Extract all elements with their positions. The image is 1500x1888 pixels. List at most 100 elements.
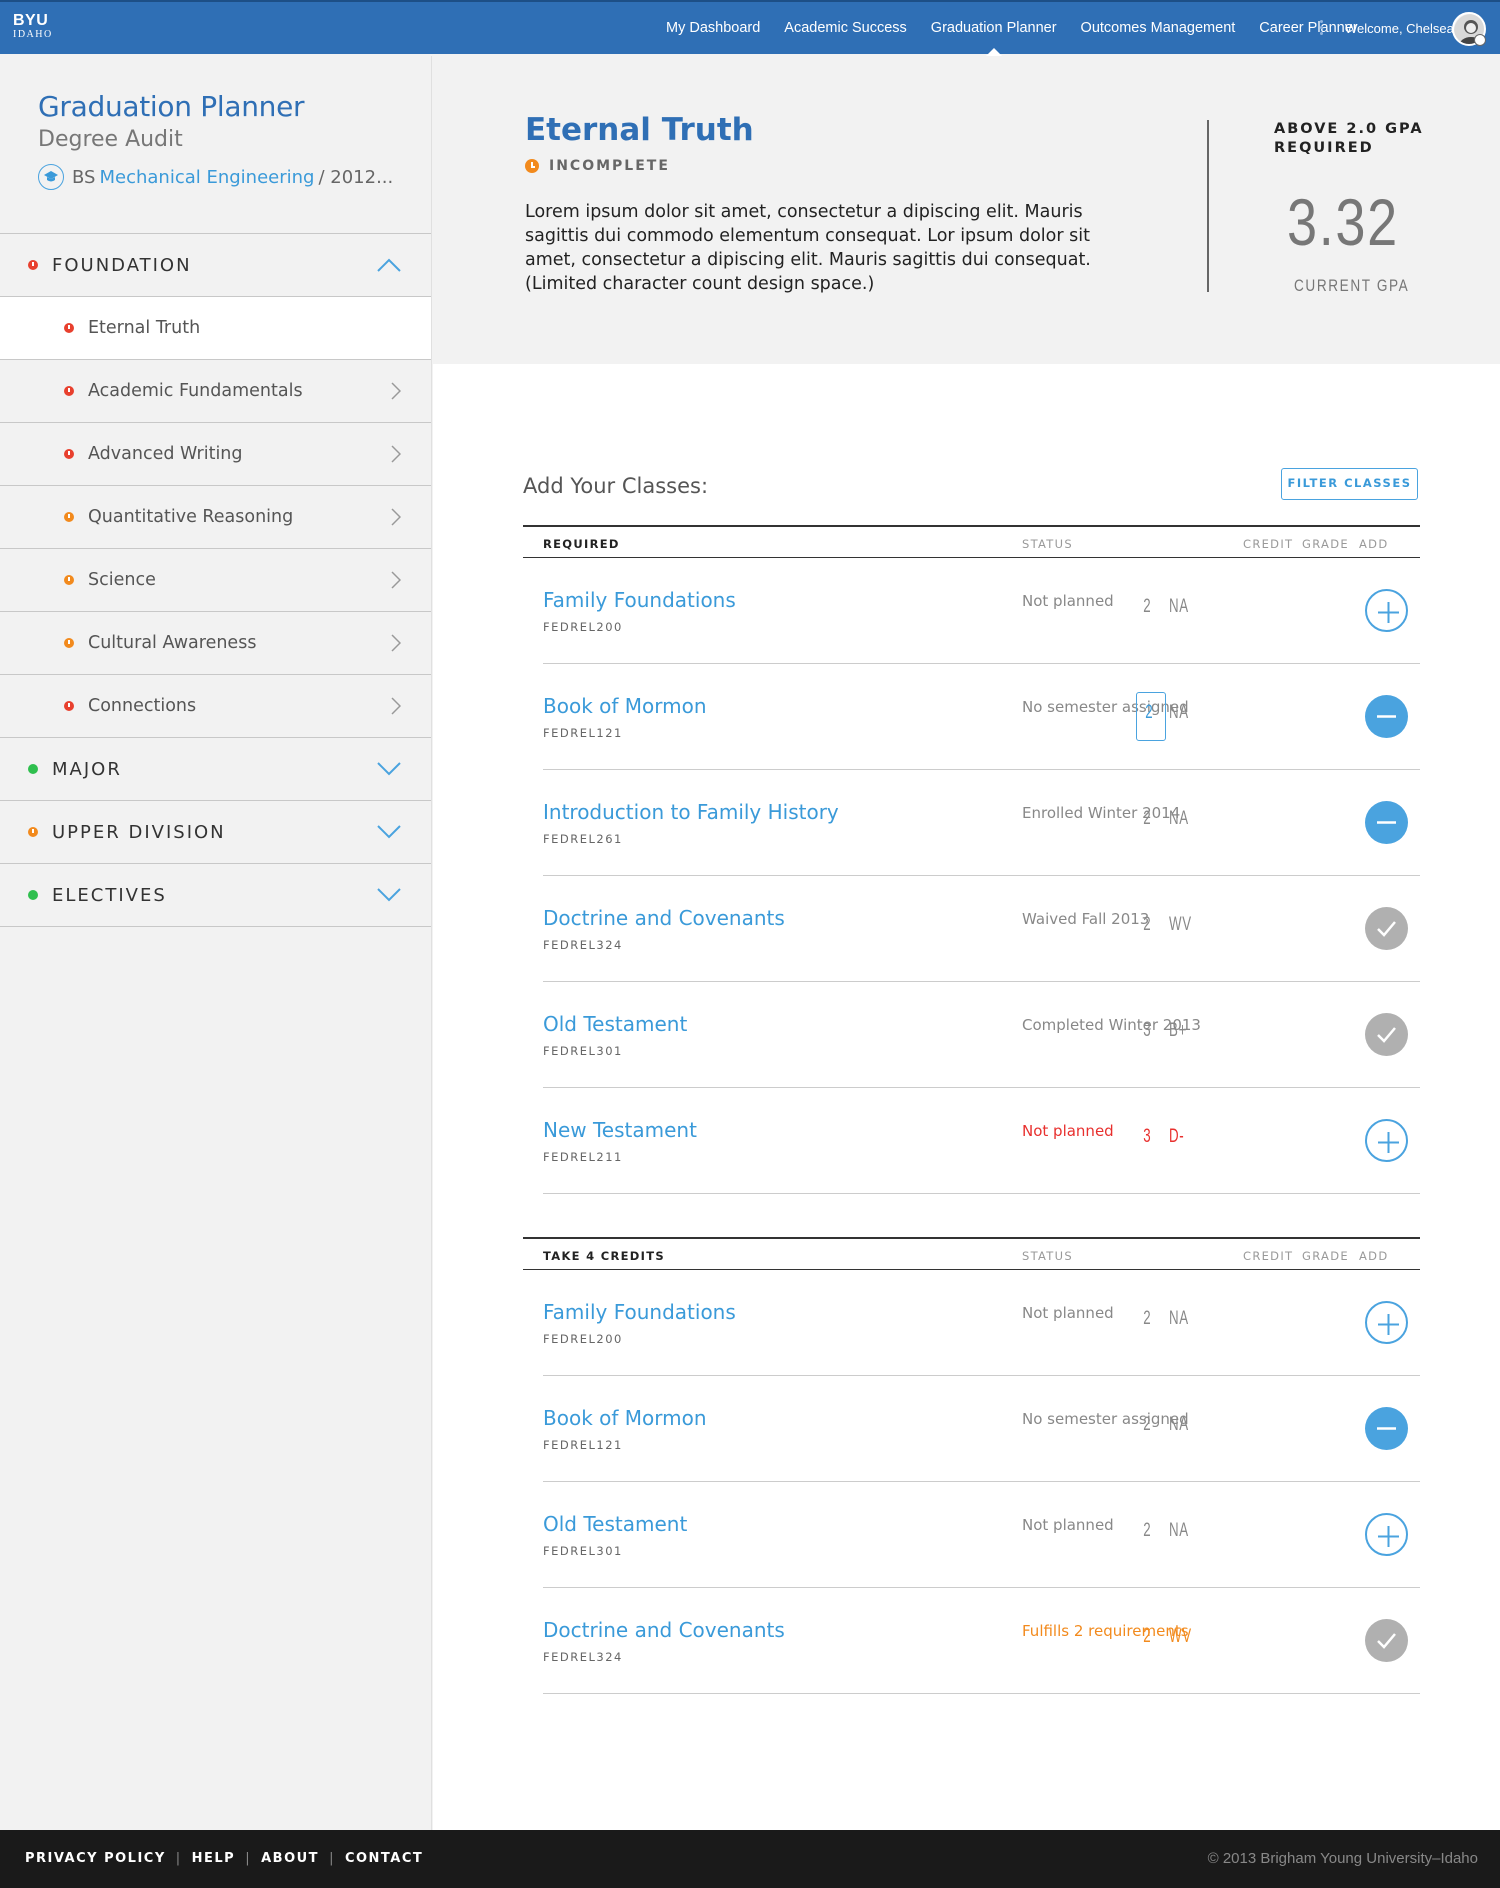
nav-career-planner[interactable]: Career Planner [1259, 2, 1357, 56]
chevron-down-icon[interactable] [377, 825, 401, 839]
add-column-header: ADD [1359, 1249, 1389, 1263]
remove-class-minus-button[interactable] [1365, 695, 1408, 738]
table-heading: REQUIRED [543, 537, 620, 551]
class-name-link[interactable]: Old Testament [543, 1512, 687, 1536]
class-status: Not planned [1022, 1304, 1114, 1322]
class-row: New Testament FEDREL211 Not planned 3 D- [543, 1088, 1420, 1194]
complete-status-icon [28, 764, 38, 774]
requirement-status-label: INCOMPLETE [549, 158, 670, 174]
required-classes-table: REQUIRED STATUS CREDIT GRADE ADD Family … [523, 525, 1420, 1194]
sidebar-item-label: Connections [88, 696, 197, 716]
chevron-up-icon[interactable] [377, 258, 401, 272]
class-row: Book of Mormon FEDREL121 No semester assig… [543, 1376, 1420, 1482]
section-foundation[interactable]: FOUNDATION [0, 234, 431, 297]
class-grade: NA [1169, 1520, 1189, 1541]
sidebar-item-academic-fundamentals[interactable]: Academic Fundamentals [0, 360, 431, 423]
section-label: FOUNDATION [52, 254, 192, 276]
section-electives[interactable]: ELECTIVES [0, 864, 431, 927]
footer-link-help[interactable]: HELP [192, 1851, 236, 1866]
completed-check-button[interactable] [1365, 1619, 1408, 1662]
sidebar-item-label: Advanced Writing [88, 444, 243, 464]
add-class-plus-button[interactable] [1365, 1119, 1408, 1162]
nav-my-dashboard[interactable]: My Dashboard [666, 2, 760, 56]
gpa-requirement-line1: ABOVE 2.0 GPA [1274, 121, 1424, 137]
class-credit: 2 [1143, 596, 1151, 617]
class-name-link[interactable]: Family Foundations [543, 588, 736, 612]
in-progress-status-icon [28, 827, 38, 837]
sidebar-item-advanced-writing[interactable]: Advanced Writing [0, 423, 431, 486]
add-class-plus-button[interactable] [1365, 1513, 1408, 1556]
gpa-requirement-line2: REQUIRED [1274, 140, 1374, 156]
class-credit: 2 [1143, 1414, 1151, 1435]
class-name-link[interactable]: Doctrine and Covenants [543, 906, 785, 930]
section-major[interactable]: MAJOR [0, 738, 431, 801]
add-class-plus-button[interactable] [1365, 1301, 1408, 1344]
settings-gear-icon[interactable] [1474, 34, 1486, 46]
class-status: Not planned [1022, 592, 1114, 610]
nav-graduation-planner[interactable]: Graduation Planner [931, 2, 1057, 57]
top-navigation-bar: BYU IDAHO My Dashboard Academic Success … [0, 0, 1500, 57]
sidebar-item-eternal-truth[interactable]: Eternal Truth [0, 297, 431, 360]
class-name-link[interactable]: New Testament [543, 1118, 697, 1142]
sidebar-item-label: Science [88, 570, 156, 590]
class-row: Doctrine and Covenants FEDREL324 Fulfills … [543, 1588, 1420, 1694]
class-credit: 2 [1143, 1308, 1151, 1329]
grade-column-header: GRADE [1302, 537, 1349, 551]
class-name-link[interactable]: Doctrine and Covenants [543, 1618, 785, 1642]
grade-column-header: GRADE [1302, 1249, 1349, 1263]
remove-class-minus-button[interactable] [1365, 801, 1408, 844]
class-row: Old Testament FEDREL301 Completed Winter 2… [543, 982, 1420, 1088]
footer-link-contact[interactable]: CONTACT [345, 1851, 423, 1866]
class-row: Introduction to Family History FEDREL261 E… [543, 770, 1420, 876]
sidebar-header: Graduation Planner Degree Audit BS Mecha… [0, 56, 431, 233]
sidebar-item-label: Quantitative Reasoning [88, 507, 294, 527]
footer: PRIVACY POLICY | HELP | ABOUT | CONTACT © 2013… [0, 1830, 1500, 1888]
table-heading: TAKE 4 CREDITS [543, 1249, 665, 1263]
section-upper-division[interactable]: UPPER DIVISION [0, 801, 431, 864]
chevron-right-icon [391, 697, 401, 715]
gpa-requirement: ABOVE 2.0 GPA REQUIRED [1274, 120, 1424, 158]
table-header: REQUIRED STATUS CREDIT GRADE ADD [523, 525, 1420, 558]
incomplete-status-icon [64, 386, 74, 396]
class-credit: 3 [1143, 1020, 1151, 1041]
class-name-link[interactable]: Book of Mormon [543, 694, 707, 718]
nav-outcomes-management[interactable]: Outcomes Management [1081, 2, 1236, 56]
section-label: MAJOR [52, 758, 122, 780]
logo-byu-text: BYU [13, 12, 49, 29]
class-row: Family Foundations FEDREL200 Not planned 2 N… [543, 558, 1420, 664]
footer-separator: | [245, 1851, 252, 1866]
chevron-down-icon[interactable] [377, 762, 401, 776]
footer-separator: | [329, 1851, 335, 1866]
byu-idaho-logo[interactable]: BYU IDAHO [13, 13, 53, 40]
sidebar-item-connections[interactable]: Connections [0, 675, 431, 738]
sidebar-item-quantitative-reasoning[interactable]: Quantitative Reasoning [0, 486, 431, 549]
class-row: Book of Mormon FEDREL121 No semester assig… [543, 664, 1420, 770]
class-status: Enrolled Winter 2014 [1022, 804, 1181, 822]
class-name-link[interactable]: Old Testament [543, 1012, 687, 1036]
remove-class-minus-button[interactable] [1365, 1407, 1408, 1450]
class-code: FEDREL200 [543, 620, 623, 634]
chevron-right-icon [391, 445, 401, 463]
class-code: FEDREL200 [543, 1332, 623, 1346]
class-name-link[interactable]: Family Foundations [543, 1300, 736, 1324]
sidebar-item-cultural-awareness[interactable]: Cultural Awareness [0, 612, 431, 675]
status-column-header: STATUS [1022, 537, 1073, 551]
requirement-title: Eternal Truth [525, 112, 754, 148]
completed-check-button[interactable] [1365, 907, 1408, 950]
completed-check-button[interactable] [1365, 1013, 1408, 1056]
sidebar-item-science[interactable]: Science [0, 549, 431, 612]
degree-major-link[interactable]: Mechanical Engineering [99, 167, 314, 188]
class-credit[interactable]: 2 [1145, 702, 1153, 724]
in-progress-status-icon [64, 575, 74, 585]
class-name-link[interactable]: Introduction to Family History [543, 800, 839, 824]
add-class-plus-button[interactable] [1365, 589, 1408, 632]
class-code: FEDREL324 [543, 1650, 623, 1664]
filter-classes-button[interactable]: FILTER CLASSES [1281, 468, 1418, 500]
footer-link-privacy-policy[interactable]: PRIVACY POLICY [25, 1851, 166, 1866]
more-menu-icon[interactable] [1320, 20, 1324, 38]
chevron-right-icon [391, 634, 401, 652]
class-name-link[interactable]: Book of Mormon [543, 1406, 707, 1430]
chevron-down-icon[interactable] [377, 888, 401, 902]
footer-link-about[interactable]: ABOUT [261, 1851, 319, 1866]
nav-academic-success[interactable]: Academic Success [784, 2, 907, 56]
